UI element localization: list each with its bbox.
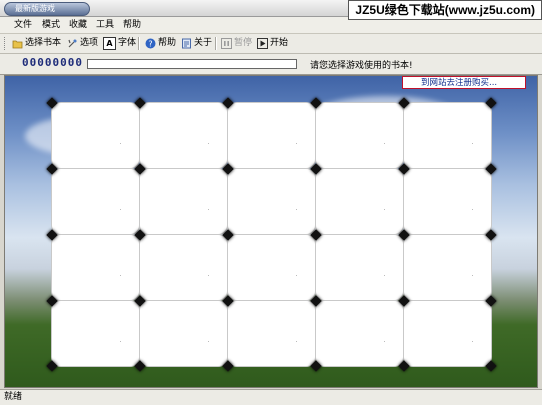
play-icon (257, 38, 268, 49)
card-tile[interactable] (228, 235, 315, 300)
card-mark (384, 209, 385, 210)
card-tile[interactable] (52, 301, 139, 366)
menu-file[interactable]: 文件 (10, 17, 36, 33)
card-mark (208, 209, 209, 210)
card-mark (120, 209, 121, 210)
select-book-label: 选择书本 (25, 38, 62, 48)
pause-icon (221, 38, 232, 49)
card-tile[interactable] (140, 103, 227, 168)
options-icon (67, 38, 78, 49)
card-tile[interactable] (140, 235, 227, 300)
card-mark (120, 275, 121, 276)
start-label: 开始 (270, 38, 289, 48)
menu-tools[interactable]: 工具 (92, 17, 118, 33)
card-mark (208, 143, 209, 144)
about-label: 关于 (194, 38, 213, 48)
watermark-banner: JZ5U绿色下载站(www.jz5u.com) (348, 0, 542, 20)
prompt-text: 请您选择游戏使用的书本! (310, 61, 413, 71)
card-mark (120, 341, 121, 342)
card-mark (208, 275, 209, 276)
card-tile[interactable] (228, 103, 315, 168)
card-tile[interactable] (316, 169, 403, 234)
menu-help[interactable]: 帮助 (119, 17, 145, 33)
about-icon (181, 38, 192, 49)
font-label: 字体 (118, 38, 137, 48)
menu-favorites[interactable]: 收藏 (65, 17, 91, 33)
card-mark (120, 143, 121, 144)
card-tile[interactable] (52, 235, 139, 300)
progress-bar (87, 59, 297, 69)
card-mark (296, 143, 297, 144)
card-tile[interactable] (404, 235, 491, 300)
card-mark (472, 209, 473, 210)
menu-mode[interactable]: 模式 (38, 17, 64, 33)
card-mark (472, 341, 473, 342)
card-tile[interactable] (228, 169, 315, 234)
help-label: 帮助 (158, 38, 177, 48)
toolbar-separator (215, 37, 217, 50)
card-tile[interactable] (404, 301, 491, 366)
card-tile[interactable] (316, 235, 403, 300)
start-button[interactable]: 开始 (257, 36, 288, 51)
card-mark (208, 341, 209, 342)
card-mark (296, 209, 297, 210)
card-mark (384, 341, 385, 342)
toolbar-separator (138, 37, 140, 50)
status-text: 就绪 (4, 392, 23, 402)
card-board (52, 103, 492, 367)
font-icon: A (103, 37, 116, 50)
toolbar: 选择书本 选项 A 字体 ? 帮助 关于 暂停 开始 (0, 34, 542, 54)
pause-label: 暂停 (234, 38, 253, 48)
card-tile[interactable] (140, 169, 227, 234)
score-row: 00000000 请您选择游戏使用的书本! (0, 54, 542, 75)
card-tile[interactable] (52, 103, 139, 168)
window-title-pill[interactable]: 最新版游戏 (4, 2, 90, 16)
about-button[interactable]: 关于 (181, 36, 212, 51)
options-button[interactable]: 选项 (67, 36, 98, 51)
card-mark (472, 275, 473, 276)
score-counter: 00000000 (22, 56, 83, 69)
card-mark (296, 341, 297, 342)
card-tile[interactable] (404, 169, 491, 234)
help-button[interactable]: ? 帮助 (145, 36, 176, 51)
card-tile[interactable] (228, 301, 315, 366)
game-area: 到网站去注册购买... (4, 75, 538, 388)
card-mark (384, 143, 385, 144)
folder-icon (12, 38, 23, 49)
register-purchase-link[interactable]: 到网站去注册购买... (402, 76, 526, 89)
card-tile[interactable] (140, 301, 227, 366)
card-tile[interactable] (316, 301, 403, 366)
options-label: 选项 (80, 38, 99, 48)
card-tile[interactable] (52, 169, 139, 234)
pause-button[interactable]: 暂停 (221, 36, 252, 51)
card-mark (296, 275, 297, 276)
help-icon: ? (145, 38, 156, 49)
svg-text:?: ? (148, 40, 152, 49)
card-tile[interactable] (316, 103, 403, 168)
select-book-button[interactable]: 选择书本 (12, 36, 61, 51)
status-bar: 就绪 (0, 389, 542, 405)
font-button[interactable]: A 字体 (103, 36, 136, 51)
card-mark (384, 275, 385, 276)
window-title: 最新版游戏 (15, 4, 55, 13)
card-tile[interactable] (404, 103, 491, 168)
toolbar-grip[interactable] (4, 37, 8, 50)
card-mark (472, 143, 473, 144)
